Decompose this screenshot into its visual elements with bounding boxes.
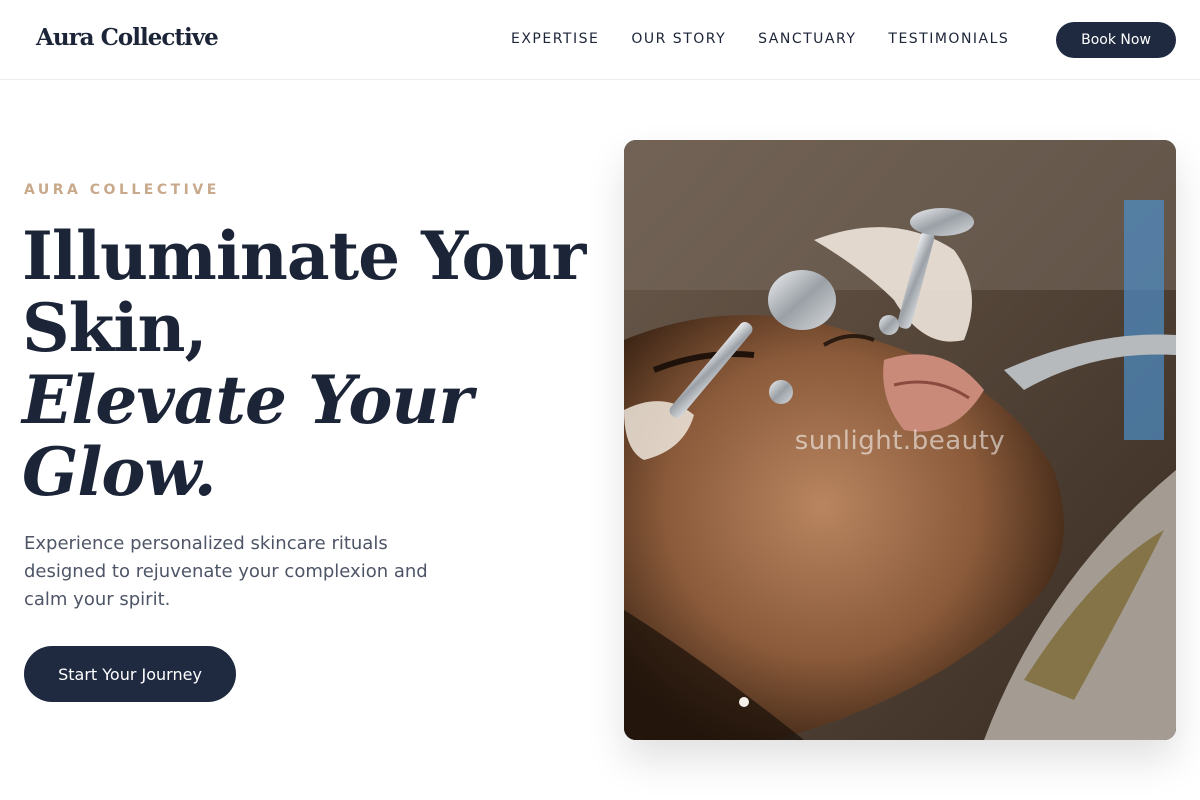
nav-link-testimonials[interactable]: TESTIMONIALS bbox=[888, 30, 1009, 48]
hero-subtext: Experience personalized skincare rituals… bbox=[24, 533, 428, 610]
top-navbar: Aura Collective EXPERTISE OUR STORY SANC… bbox=[0, 0, 1200, 80]
book-now-button[interactable]: Book Now bbox=[1056, 22, 1176, 58]
main-nav: EXPERTISE OUR STORY SANCTUARY TESTIMONIA… bbox=[511, 30, 1041, 48]
hero-headline: Illuminate Your Skin, Elevate Your Glow. bbox=[22, 217, 586, 511]
headline-line-4: Glow. bbox=[22, 433, 217, 511]
image-watermark: sunlight.beauty bbox=[794, 426, 1006, 456]
nav-link-expertise[interactable]: EXPERTISE bbox=[511, 30, 599, 48]
headline-line-2: Skin, bbox=[22, 289, 207, 367]
nav-link-sanctuary[interactable]: SANCTUARY bbox=[758, 30, 856, 48]
brand-logo[interactable]: Aura Collective bbox=[36, 24, 219, 51]
hero-facial-treatment-image: sunlight.beauty bbox=[624, 140, 1176, 740]
start-journey-button[interactable]: Start Your Journey bbox=[24, 646, 236, 702]
headline-line-3: Elevate Your bbox=[22, 361, 473, 439]
hero-eyebrow: AURA COLLECTIVE bbox=[24, 182, 220, 198]
nav-link-our-story[interactable]: OUR STORY bbox=[631, 30, 726, 48]
headline-line-1: Illuminate Your bbox=[22, 217, 586, 295]
